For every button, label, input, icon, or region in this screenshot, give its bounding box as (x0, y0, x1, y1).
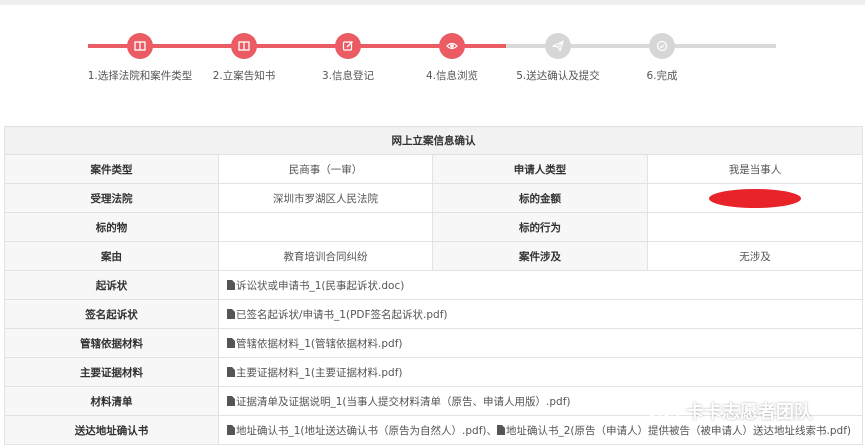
file-cell: 已签名起诉状/申请书_1(PDF签名起诉状.pdf) (218, 299, 863, 329)
document-icon (497, 424, 505, 435)
document-icon (227, 395, 235, 406)
court-label: 受理法院 (4, 183, 219, 213)
watermark-text: 卡卡志愿者团队 (686, 402, 812, 423)
eye-icon (439, 33, 465, 59)
file-cell: 主要证据材料_1(主要证据材料.pdf) (218, 357, 863, 387)
subject-label: 标的物 (4, 212, 219, 242)
step-label: 1.选择法院和案件类型 (87, 70, 193, 82)
table-row: 主要证据材料 主要证据材料_1(主要证据材料.pdf) (4, 357, 863, 387)
file-link[interactable]: 地址确认书_2(原告（申请人）提供被告（被申请人）送达地址线索书.pdf) (506, 425, 851, 437)
step-label: 6.完成 (646, 70, 678, 82)
table-row: 案由 教育培训合同纠纷 案件涉及 无涉及 (4, 241, 863, 271)
court-value: 深圳市罗湖区人民法院 (218, 183, 433, 213)
file-row-label: 管辖依据材料 (4, 328, 219, 358)
file-link[interactable]: 地址确认书_1(地址送达确认书（原告为自然人）.pdf)、 (236, 425, 497, 437)
table-header-row: 网上立案信息确认 (4, 126, 863, 155)
involvement-value: 无涉及 (647, 241, 863, 271)
table-row: 签名起诉状 已签名起诉状/申请书_1(PDF签名起诉状.pdf) (4, 299, 863, 329)
send-icon (545, 33, 571, 59)
table-row: 管辖依据材料 管辖依据材料_1(管辖依据材料.pdf) (4, 328, 863, 358)
progress-stepper: 1.选择法院和案件类型 2.立案告知书 3.信息登记 4.信息浏览 5.送达确认… (88, 33, 778, 83)
subject-act-label: 标的行为 (432, 212, 648, 242)
document-icon (227, 366, 235, 377)
file-link[interactable]: 证据清单及证据说明_1(当事人提交材料清单（原告、申请人用版）.pdf) (236, 396, 571, 408)
watermark: 卡卡志愿者团队 (646, 398, 812, 424)
top-bar (0, 0, 865, 5)
case-type-value: 民商事（一审） (218, 154, 433, 184)
file-cell: 诉讼状或申请书_1(民事起诉状.doc) (218, 270, 863, 300)
subject-value (218, 212, 433, 242)
cause-value: 教育培训合同纠纷 (218, 241, 433, 271)
amount-label: 标的金额 (432, 183, 648, 213)
document-icon (227, 279, 235, 290)
step-label: 2.立案告知书 (212, 70, 276, 82)
file-link[interactable]: 主要证据材料_1(主要证据材料.pdf) (236, 367, 403, 379)
file-link[interactable]: 管辖依据材料_1(管辖依据材料.pdf) (236, 338, 403, 350)
redaction-mark (709, 188, 801, 208)
file-row-label: 签名起诉状 (4, 299, 219, 329)
table-row: 案件类型 民商事（一审） 申请人类型 我是当事人 (4, 154, 863, 184)
applicant-type-value: 我是当事人 (647, 154, 863, 184)
table-row: 受理法院 深圳市罗湖区人民法院 标的金额 (4, 183, 863, 213)
involvement-label: 案件涉及 (432, 241, 648, 271)
edit-icon (335, 33, 361, 59)
check-icon (649, 33, 675, 59)
file-row-label: 起诉状 (4, 270, 219, 300)
document-icon (227, 424, 235, 435)
applicant-type-label: 申请人类型 (432, 154, 648, 184)
table-row: 标的物 标的行为 (4, 212, 863, 242)
book-icon (127, 33, 153, 59)
subject-act-value (647, 212, 863, 242)
step-label: 5.送达确认及提交 (516, 70, 600, 82)
document-icon (227, 308, 235, 319)
file-row-label: 材料清单 (4, 386, 219, 416)
document-icon (227, 337, 235, 348)
table-row: 起诉状 诉讼状或申请书_1(民事起诉状.doc) (4, 270, 863, 300)
step-label: 3.信息登记 (321, 70, 375, 82)
file-link[interactable]: 已签名起诉状/申请书_1(PDF签名起诉状.pdf) (236, 309, 447, 321)
cause-label: 案由 (4, 241, 219, 271)
case-type-label: 案件类型 (4, 154, 219, 184)
wechat-icon (647, 399, 679, 423)
file-link[interactable]: 诉讼状或申请书_1(民事起诉状.doc) (236, 280, 404, 292)
amount-value (647, 183, 863, 213)
file-row-label: 送达地址确认书 (4, 415, 219, 445)
file-row-label: 主要证据材料 (4, 357, 219, 387)
step-label: 4.信息浏览 (425, 70, 479, 82)
table-title: 网上立案信息确认 (4, 126, 863, 155)
file-cell: 管辖依据材料_1(管辖依据材料.pdf) (218, 328, 863, 358)
book-icon (231, 33, 257, 59)
